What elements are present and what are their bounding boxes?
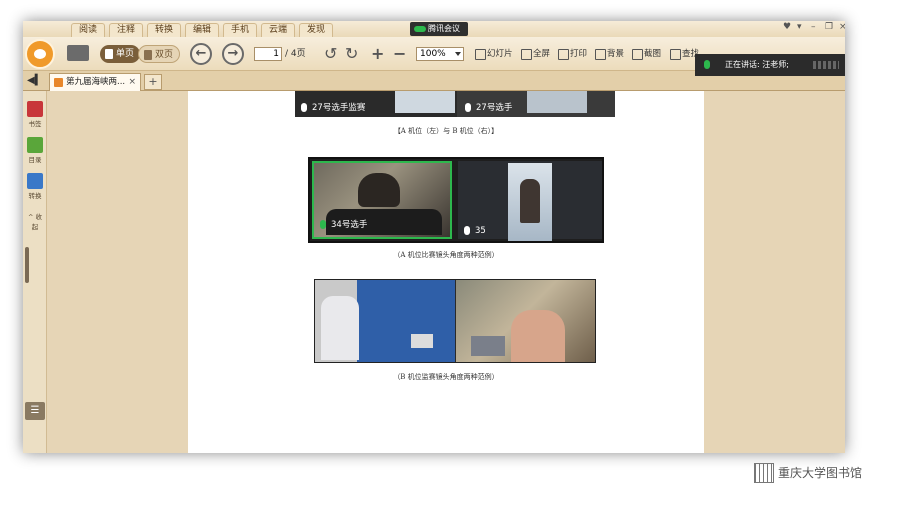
sidebar-label: 书签 — [28, 120, 42, 128]
menu-bar: 阅读 注释 转换 编辑 手机 云端 发现 腾讯会议 ♥ ▾ – ❐ × — [23, 21, 845, 37]
rotate-right-icon[interactable]: ↻ — [345, 45, 358, 63]
library-watermark: 重庆大学图书馆 — [754, 461, 862, 485]
app-logo[interactable] — [25, 39, 55, 69]
single-page-button[interactable]: 单页 — [100, 45, 141, 63]
toc-icon — [27, 137, 43, 153]
rotate-left-icon[interactable]: ↺ — [324, 45, 337, 63]
video-frame-b-samples — [314, 279, 596, 363]
video-scene — [358, 173, 400, 207]
page-total: / 4页 — [285, 49, 306, 59]
slideshow-button[interactable]: 幻灯片 — [475, 48, 513, 60]
chevron-down-icon — [455, 52, 461, 56]
speaking-indicator: 正在讲话: 汪老师; — [695, 54, 845, 76]
menu-tab-edit[interactable]: 编辑 — [185, 23, 219, 37]
word-convert-icon — [27, 173, 43, 189]
video-frame-a-top: 27号选手监赛 27号选手 — [295, 91, 615, 117]
close-window-icon[interactable]: × — [839, 22, 845, 32]
meeting-indicator[interactable]: 腾讯会议 — [410, 22, 468, 36]
meeting-icon — [414, 25, 426, 32]
print-button[interactable]: 打印 — [558, 48, 587, 60]
video-scene — [395, 91, 455, 113]
menu-tab-discover[interactable]: 发现 — [299, 23, 333, 37]
video-label: 34号选手 — [320, 219, 367, 231]
video-scene — [527, 91, 587, 113]
figure-caption: （B 机位监赛镜头角度两种范例） — [393, 373, 499, 381]
meeting-label: 腾讯会议 — [428, 24, 460, 33]
left-sidebar: 书签 目录 转换 ^ 收起 ☰ — [23, 91, 47, 453]
zoom-out-icon[interactable]: − — [393, 45, 406, 63]
new-tab-button[interactable]: + — [144, 74, 162, 90]
video-scene — [411, 334, 433, 348]
menu-tab-annotate[interactable]: 注释 — [109, 23, 143, 37]
document-page: 27号选手监赛 27号选手 【A 机位（左）与 B 机位（右）】 34号选手 3… — [188, 91, 704, 453]
shirt-icon[interactable]: ♥ — [783, 22, 791, 32]
video-scene — [511, 310, 565, 362]
video-scene — [471, 336, 505, 356]
video-scene — [520, 179, 540, 223]
sidebar-item-bookmarks[interactable]: 书签 — [25, 101, 45, 128]
screenshot-button[interactable]: 截图 — [632, 48, 661, 60]
sidebar-item-toc[interactable]: 目录 — [25, 137, 45, 164]
page-number-input[interactable]: 1 — [254, 47, 282, 61]
prev-page-icon[interactable]: ← — [190, 43, 212, 65]
menu-tab-mobile[interactable]: 手机 — [223, 23, 257, 37]
audio-wave-icon — [813, 61, 839, 69]
microphone-icon — [704, 60, 710, 69]
video-label: 35 — [464, 225, 486, 237]
sidebar-resize-handle[interactable] — [25, 247, 29, 283]
open-folder-icon[interactable] — [67, 45, 89, 61]
document-tab[interactable]: 第九届海峡两... × — [49, 73, 141, 91]
menu-tab-cloud[interactable]: 云端 — [261, 23, 295, 37]
restore-icon[interactable]: ❐ — [825, 22, 833, 32]
bookmark-icon — [27, 101, 43, 117]
figure-caption: 【A 机位（左）与 B 机位（右）】 — [393, 127, 499, 135]
fullscreen-button[interactable]: 全屏 — [521, 48, 550, 60]
background-button[interactable]: 背景 — [595, 48, 624, 60]
menu-tab-convert[interactable]: 转换 — [147, 23, 181, 37]
zoom-in-icon[interactable]: + — [371, 45, 384, 63]
skin-icon[interactable]: ▾ — [797, 22, 802, 32]
video-label: 27号选手监赛 — [301, 102, 365, 114]
list-view-icon[interactable]: ☰ — [25, 402, 45, 420]
sidebar-label: 转换 — [28, 192, 42, 200]
document-tab-title: 第九届海峡两... — [66, 77, 126, 87]
next-page-icon[interactable]: → — [222, 43, 244, 65]
collapse-sidebar-icon[interactable]: ◀▍ — [27, 75, 42, 86]
sidebar-collapse[interactable]: ^ 收起 — [25, 211, 45, 231]
double-page-button[interactable]: 双页 — [138, 45, 181, 63]
video-label: 27号选手 — [465, 102, 512, 114]
sidebar-label: ^ 收起 — [27, 213, 42, 231]
close-tab-icon[interactable]: × — [128, 74, 136, 91]
menu-tab-read[interactable]: 阅读 — [71, 23, 105, 37]
video-frame-a-samples: 34号选手 35 — [308, 157, 604, 243]
zoom-value: 100% — [420, 49, 446, 59]
sidebar-item-convert[interactable]: 转换 — [25, 173, 45, 200]
zoom-select[interactable]: 100% — [416, 47, 464, 61]
speaker-name: 正在讲话: 汪老师; — [725, 60, 789, 69]
figure-caption: （A 机位比赛镜头角度两种范例） — [393, 251, 499, 259]
sidebar-label: 目录 — [28, 156, 42, 164]
pdf-reader-window: 阅读 注释 转换 编辑 手机 云端 发现 腾讯会议 ♥ ▾ – ❐ × 单页 双… — [23, 21, 845, 453]
minimize-icon[interactable]: – — [811, 22, 816, 32]
video-scene — [321, 296, 359, 360]
